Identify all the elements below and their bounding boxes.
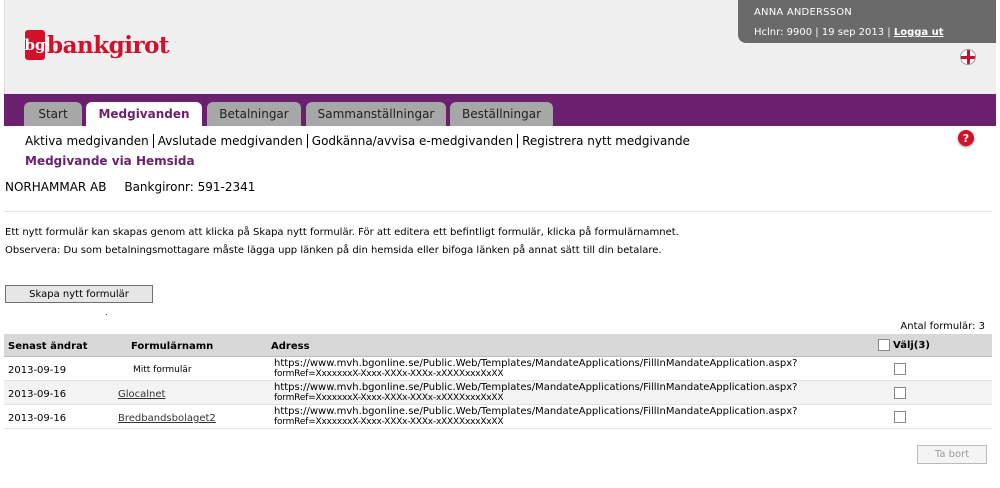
table-row: 2013-09-16 Bredbandsbolaget2 https://www… <box>4 405 992 429</box>
remove-button[interactable]: Ta bort <box>917 445 987 464</box>
uk-flag-icon[interactable] <box>960 49 976 65</box>
logo-text: bankgirot <box>47 31 170 59</box>
row-date: 2013-09-16 <box>8 389 67 400</box>
subnav-aktiva-medgivanden[interactable]: Aktiva medgivanden <box>25 134 153 148</box>
address-line-1: https://www.mvh.bgonline.se/Public.Web/T… <box>274 358 798 369</box>
header-address: Adress <box>271 341 310 352</box>
info-text-2: Observera: Du som betalningsmottagare må… <box>5 245 662 256</box>
user-name: ANNA ANDERSSON <box>754 7 852 18</box>
address-line-1: https://www.mvh.bgonline.se/Public.Web/T… <box>274 406 798 417</box>
row-select-checkbox[interactable] <box>894 363 906 375</box>
row-address: https://www.mvh.bgonline.se/Public.Web/T… <box>274 358 797 380</box>
header-select: Välj(3) <box>893 340 930 351</box>
address-line-2: formRef=XxxxxxxX-Xxxx-XXXx-XXXx-xXXXXxxx… <box>274 417 504 427</box>
address-line-2: formRef=XxxxxxxX-Xxxx-XXXx-XXXx-xXXXXxxx… <box>274 369 504 379</box>
address-line-2: formRef=XxxxxxxX-Xxxx-XXXx-XXXx-xXXXXxxx… <box>274 393 504 403</box>
tab-medgivanden[interactable]: Medgivanden <box>86 102 202 126</box>
sub-nav: Aktiva medgivanden Avslutade medgivanden… <box>25 134 694 148</box>
table-row: 2013-09-19 Mitt formulär https://www.mvh… <box>4 357 992 381</box>
forms-table: Senast ändrat Formulärnamn Adress Välj(3… <box>4 334 992 429</box>
logo-mark-icon: bg <box>25 30 46 60</box>
tab-bestallningar[interactable]: Beställningar <box>450 102 553 126</box>
select-all-checkbox[interactable] <box>878 339 890 351</box>
row-form-name: Mitt formulär <box>133 365 192 375</box>
bankgiro-number: Bankgironr: 591-2341 <box>124 180 256 194</box>
tab-sammanstallningar[interactable]: Sammanställningar <box>306 102 446 126</box>
info-text-1: Ett nytt formulär kan skapas genom att k… <box>5 227 679 238</box>
subnav-medgivande-via-hemsida[interactable]: Medgivande via Hemsida <box>25 154 195 168</box>
subnav-godkanna-avvisa[interactable]: Godkänna/avvisa e-medgivanden <box>306 134 517 148</box>
subnav-registrera-nytt[interactable]: Registrera nytt medgivande <box>517 134 694 148</box>
row-form-name-link[interactable]: Glocalnet <box>118 389 165 400</box>
client-number: Hclnr: 9900 <box>754 27 813 38</box>
logout-link[interactable]: Logga ut <box>894 27 944 38</box>
tab-start[interactable]: Start <box>24 102 82 126</box>
tab-betalningar[interactable]: Betalningar <box>207 102 301 126</box>
row-address: https://www.mvh.bgonline.se/Public.Web/T… <box>274 406 797 428</box>
user-info-box: ANNA ANDERSSON Hclnr: 9900 | 19 sep 2013… <box>738 0 996 43</box>
separator: | <box>887 27 891 38</box>
user-details: Hclnr: 9900 | 19 sep 2013 | Logga ut <box>754 27 996 38</box>
company-info: NORHAMMAR AB Bankgironr: 591-2341 <box>5 180 255 194</box>
address-line-1: https://www.mvh.bgonline.se/Public.Web/T… <box>274 382 798 393</box>
row-date: 2013-09-16 <box>8 413 67 424</box>
session-date: 19 sep 2013 <box>821 27 885 38</box>
dot-mark: . <box>105 308 108 317</box>
row-date: 2013-09-19 <box>8 365 67 376</box>
table-header: Senast ändrat Formulärnamn Adress Välj(3… <box>4 334 992 357</box>
header-form-name: Formulärnamn <box>131 341 214 352</box>
form-count: Antal formulär: 3 <box>900 321 985 332</box>
subnav-avslutade-medgivanden[interactable]: Avslutade medgivanden <box>152 134 307 148</box>
row-address: https://www.mvh.bgonline.se/Public.Web/T… <box>274 382 797 404</box>
company-name: NORHAMMAR AB <box>5 180 107 194</box>
help-icon[interactable]: ? <box>958 130 974 146</box>
row-select-checkbox[interactable] <box>894 411 906 423</box>
row-form-name-link[interactable]: Bredbandsbolaget2 <box>118 413 216 424</box>
table-row: 2013-09-16 Glocalnet https://www.mvh.bgo… <box>4 381 992 405</box>
bankgirot-logo[interactable]: bg bankgirot <box>25 30 170 60</box>
create-form-button[interactable]: Skapa nytt formulär <box>5 285 153 303</box>
divider <box>4 211 992 212</box>
header-last-changed: Senast ändrat <box>8 341 88 352</box>
separator: | <box>815 27 819 38</box>
main-nav: Start Medgivanden Betalningar Sammanstäl… <box>4 94 996 126</box>
row-select-checkbox[interactable] <box>894 387 906 399</box>
